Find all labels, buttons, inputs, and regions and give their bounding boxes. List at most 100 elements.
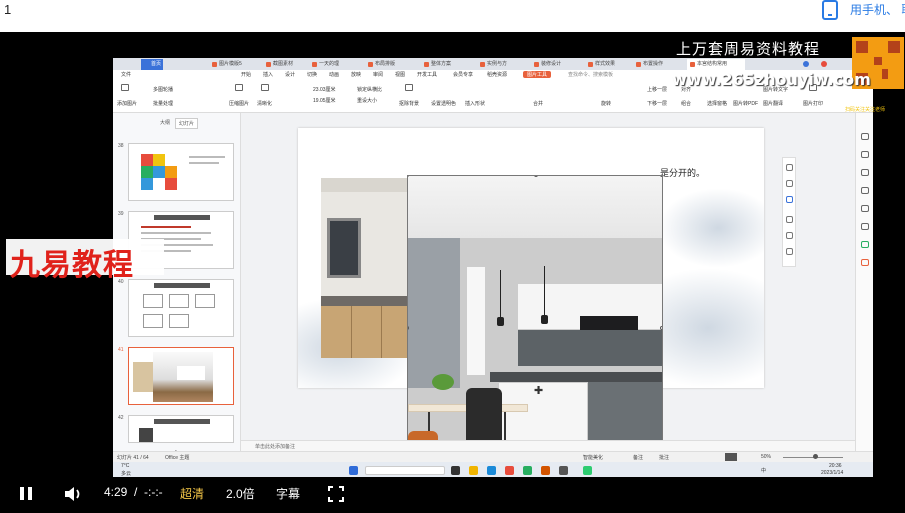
move-cursor-icon: ✚ — [534, 385, 544, 397]
menu-insert[interactable]: 插入 — [263, 71, 273, 78]
carousel-button[interactable]: 多图轮播 — [153, 86, 173, 93]
menu-review[interactable]: 审阅 — [373, 71, 383, 78]
slide-number: 41 — [118, 347, 124, 353]
doc-tab[interactable]: 截图素材 — [263, 59, 303, 70]
slide-counter: 幻灯片 41 / 64 — [117, 455, 149, 461]
outline-icon[interactable] — [786, 232, 793, 239]
reset-size-button[interactable]: 重设大小 — [357, 97, 377, 104]
menu-transition[interactable]: 切换 — [307, 71, 317, 78]
height-field[interactable]: 19.05厘米 — [313, 97, 336, 104]
taskbar-search[interactable] — [365, 466, 445, 475]
translate-button[interactable]: 图片翻译 — [763, 100, 783, 107]
tab-home[interactable]: 首页 — [141, 59, 163, 70]
print-picture-button[interactable]: 图片打印 — [803, 100, 823, 107]
doc-tab-active[interactable]: 本宫结构常用 — [687, 59, 745, 70]
doc-tab[interactable]: 布置操作 — [633, 59, 673, 70]
quality-button[interactable]: 超清 — [180, 485, 204, 502]
remove-bg-button[interactable]: 抠除背景 — [399, 100, 419, 107]
animation-icon[interactable] — [861, 187, 869, 194]
fill-icon[interactable] — [786, 216, 793, 223]
tab-outline[interactable]: 大纲 — [157, 118, 173, 127]
menu-view[interactable]: 视图 — [395, 71, 405, 78]
menu-file[interactable]: 文件 — [121, 71, 131, 78]
menu-docer[interactable]: 稻壳资源 — [487, 71, 507, 78]
doc-tab[interactable]: 样式效果 — [585, 59, 625, 70]
wps-tab-bar: 首页 图片模版5 截图素材 一天的理 布局排版 整体方案 实例与方 装修设计 样… — [113, 58, 873, 70]
set-transparent-button[interactable]: 设置透明色 — [431, 100, 456, 107]
smart-beautify-button[interactable]: 智能美化 — [583, 454, 603, 461]
app-icon[interactable] — [541, 466, 550, 475]
notes-area[interactable]: 单击此处添加备注 — [241, 440, 855, 451]
menu-design[interactable]: 设计 — [285, 71, 295, 78]
browser-icon[interactable] — [487, 466, 496, 475]
task-view-icon[interactable] — [451, 466, 460, 475]
share-icon[interactable] — [861, 241, 869, 248]
app-icon[interactable] — [523, 466, 532, 475]
sharpen-button[interactable]: 清晰化 — [257, 100, 272, 107]
search-command[interactable]: 查找命令、搜索模板 — [568, 71, 613, 78]
start-icon[interactable] — [349, 466, 358, 475]
insert-shape-button[interactable]: 插入形状 — [465, 100, 485, 107]
bring-forward-button[interactable]: 上移一层 — [647, 86, 667, 93]
merge-button[interactable]: 合并 — [533, 100, 543, 107]
doc-tab[interactable]: 装修设计 — [531, 59, 571, 70]
fullscreen-icon[interactable] — [328, 486, 344, 502]
width-field[interactable]: 23.03厘米 — [313, 86, 336, 93]
subtitles-button[interactable]: 字幕 — [276, 485, 300, 502]
zoom-slider-thumb[interactable] — [813, 454, 818, 459]
selection-pane-button[interactable]: 选择窗格 — [707, 100, 727, 107]
close-icon[interactable] — [821, 61, 827, 67]
menu-slideshow[interactable]: 放映 — [351, 71, 361, 78]
add-picture-button[interactable]: 添加图片 — [117, 100, 137, 107]
shape-icon[interactable] — [861, 169, 869, 176]
comment-toggle[interactable]: 批注 — [659, 454, 669, 461]
total-time: -:-:- — [144, 485, 163, 499]
menu-home[interactable]: 开始 — [241, 71, 251, 78]
menu-animation[interactable]: 动画 — [329, 71, 339, 78]
doc-tab[interactable]: 图片模版5 — [209, 59, 249, 70]
wps-icon[interactable] — [505, 466, 514, 475]
to-pdf-button[interactable]: 图片转PDF — [733, 100, 758, 107]
phone-icon[interactable] — [822, 0, 838, 20]
video-player[interactable]: 首页 图片模版5 截图素材 一天的理 布局排版 整体方案 实例与方 装修设计 样… — [0, 32, 905, 513]
crop-icon[interactable] — [786, 196, 793, 203]
doc-tab[interactable]: 一天的理 — [309, 59, 349, 70]
user-avatar-icon[interactable] — [803, 61, 809, 67]
slide-number: 39 — [118, 211, 124, 217]
menu-member[interactable]: 会员专享 — [453, 71, 473, 78]
doc-tab[interactable]: 整体方案 — [421, 59, 461, 70]
property-icon[interactable] — [861, 205, 869, 212]
app-icon[interactable] — [559, 466, 568, 475]
play-slideshow-icon[interactable] — [725, 453, 737, 461]
lock-ratio-checkbox[interactable]: 锁定纵横比 — [357, 86, 382, 93]
menu-developer[interactable]: 开发工具 — [417, 71, 437, 78]
explorer-icon[interactable] — [469, 466, 478, 475]
more-icon[interactable] — [786, 248, 793, 255]
mobile-link[interactable]: 用手机、 联 — [850, 1, 905, 18]
doc-tab[interactable]: 实例与方 — [477, 59, 517, 70]
pointer-icon[interactable] — [861, 133, 869, 140]
doc-tab[interactable]: 布局排版 — [365, 59, 405, 70]
group-button[interactable]: 组合 — [681, 100, 691, 107]
input-lang[interactable]: 中 — [761, 467, 766, 474]
volume-icon[interactable] — [64, 486, 84, 502]
batch-button[interactable]: 批量处理 — [153, 100, 173, 107]
send-backward-button[interactable]: 下移一层 — [647, 100, 667, 107]
layers-icon[interactable] — [786, 164, 793, 171]
menu-picture-tools[interactable]: 图片工具 — [523, 71, 552, 78]
zoom-icon[interactable] — [786, 180, 793, 187]
help-icon[interactable] — [861, 259, 869, 266]
style-icon[interactable] — [861, 151, 869, 158]
backup-icon[interactable] — [861, 223, 869, 230]
compress-button[interactable]: 压缩图片 — [229, 100, 249, 107]
pause-icon[interactable] — [18, 477, 38, 511]
banner-text: 九易教程 — [10, 248, 134, 283]
speed-button[interactable]: 2.0倍 — [226, 485, 255, 502]
kitchen-photo-small[interactable] — [321, 178, 411, 358]
slide-canvas[interactable]: 是分开的。 ✚ — [241, 113, 855, 486]
wechat-icon[interactable] — [583, 466, 592, 475]
tab-slides[interactable]: 幻灯片 — [175, 118, 199, 129]
rotate-button[interactable]: 旋转 — [601, 100, 611, 107]
notes-toggle[interactable]: 备注 — [633, 454, 643, 461]
weather-temp: 7°C — [121, 463, 130, 469]
